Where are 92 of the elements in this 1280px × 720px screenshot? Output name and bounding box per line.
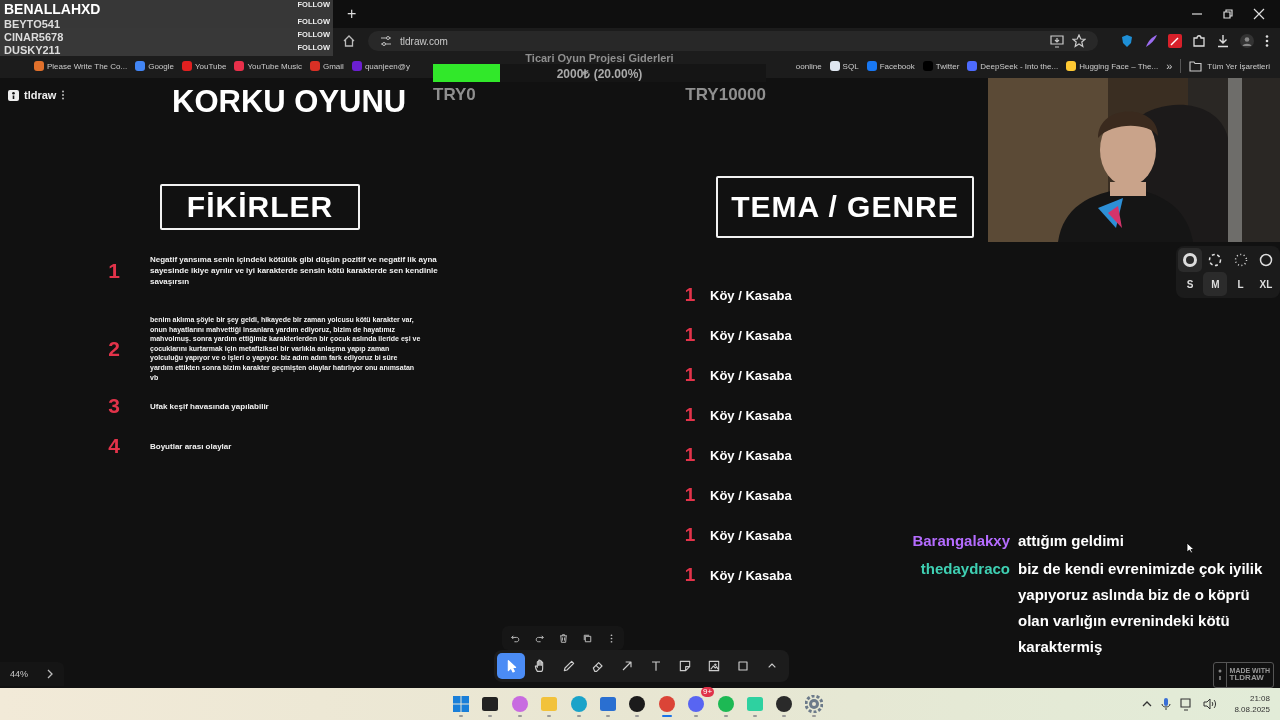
windows-icon[interactable] <box>452 695 470 713</box>
stroke-style-option[interactable] <box>1178 248 1202 272</box>
goal-max-label: TRY10000 <box>685 85 766 105</box>
follower-name: BEYTO541 <box>4 17 61 30</box>
theme-text: Köy / Kasaba <box>710 407 792 423</box>
puzzle-icon[interactable] <box>1192 34 1206 48</box>
clock-time[interactable]: 21:08 <box>1249 693 1270 704</box>
star-icon[interactable] <box>1072 34 1086 48</box>
site-settings-icon <box>380 35 392 47</box>
download-icon[interactable] <box>1216 34 1230 48</box>
idea-text: Negatif yansıma senin içindeki kötülük gibi düşün pozitif ve negatif lik ayna sayesinde ikiye ayrılır ve iyi karakterde sensin kötü karakterde sen kendinle savaşırsın <box>150 254 439 287</box>
app-name: tldraw <box>24 89 57 101</box>
goal-min-label: TRY0 <box>433 85 476 105</box>
size-option[interactable]: XL <box>1254 272 1278 296</box>
theme-text: Köy / Kasaba <box>710 447 792 463</box>
size-option[interactable]: L <box>1228 272 1253 296</box>
theme-number: 1 <box>683 284 697 306</box>
goal-title: Ticari Oyun Projesi Giderleri <box>525 52 674 64</box>
chat-username: thedaydraco <box>919 559 1010 579</box>
chat-username: Barangalakxy <box>911 531 1010 551</box>
theme-number: 1 <box>683 364 697 386</box>
bookmark[interactable]: DeepSeek - Into the... <box>967 61 1059 71</box>
follower-name: BENALLAHXD <box>4 0 101 17</box>
theme-number: 1 <box>683 404 697 426</box>
theme-text: Köy / Kasaba <box>710 567 792 583</box>
tldraw-logo-icon <box>1216 668 1223 682</box>
heading-frame: TEMA / GENRE <box>716 176 974 238</box>
bookmark[interactable]: YouTube <box>182 61 227 71</box>
theme-text: Köy / Kasaba <box>710 527 792 543</box>
image-icon <box>706 658 722 674</box>
speaker-icon[interactable] <box>1203 698 1218 710</box>
theme-text: Köy / Kasaba <box>710 287 792 303</box>
size-option[interactable]: M <box>1203 272 1228 296</box>
bookmark[interactable]: Twitter <box>922 61 960 71</box>
size-option[interactable]: S <box>1178 272 1202 296</box>
restore-icon[interactable] <box>1222 8 1234 20</box>
bookmark[interactable]: quanjeen@y <box>351 61 410 71</box>
address-bar[interactable]: tldraw.com <box>368 31 1098 51</box>
close-icon[interactable] <box>1253 8 1265 20</box>
menu-icon[interactable] <box>1264 34 1270 48</box>
new-tab-button[interactable]: + <box>347 6 357 22</box>
bookmark[interactable]: Google <box>135 61 174 71</box>
feather-icon[interactable] <box>1144 34 1158 48</box>
chevron-up-icon[interactable] <box>1142 700 1153 708</box>
bookmark[interactable]: Hugging Face – The... <box>1066 61 1159 71</box>
theme-number: 1 <box>683 324 697 346</box>
heading-frame: FİKİRLER <box>160 184 360 230</box>
home-icon[interactable] <box>342 34 356 48</box>
pencil-icon <box>561 658 577 674</box>
theme-number: 1 <box>683 484 697 506</box>
idea-text: Boyutlar arası olaylar <box>150 440 232 452</box>
clock-date[interactable]: 8.08.2025 <box>1234 704 1270 715</box>
mouse-cursor-icon <box>1186 542 1195 554</box>
follower-name: DUSKY211 <box>4 43 61 56</box>
theme-number: 1 <box>683 444 697 466</box>
idea-text: Ufak keşif havasında yapılabilir <box>150 400 269 412</box>
note-icon <box>677 658 693 674</box>
zoom-level[interactable]: 44% <box>10 669 28 679</box>
theme-text: Köy / Kasaba <box>710 487 792 503</box>
follower-name: CINAR5678 <box>4 30 64 43</box>
bookmark[interactable]: Gmail <box>310 61 344 71</box>
idea-number: 2 <box>107 336 121 361</box>
idea-number: 4 <box>107 434 121 459</box>
bookmark[interactable]: SQL <box>829 61 859 71</box>
bookmark[interactable]: YouTube Music <box>234 61 302 71</box>
bookmark[interactable]: Facebook <box>866 61 915 71</box>
goal-amount: 2000₺ (20.00%) <box>556 65 643 82</box>
chevron-right-icon[interactable] <box>46 669 54 679</box>
idea-number: 1 <box>107 258 121 283</box>
avatar-icon[interactable] <box>1240 34 1254 48</box>
bookmark[interactable]: oonline <box>795 61 822 71</box>
tldraw-logo-icon <box>8 89 19 101</box>
board-title: KORKU OYUNU <box>172 83 407 121</box>
wand-icon[interactable] <box>1168 34 1182 48</box>
rectangle-icon <box>735 658 751 674</box>
chat-message: biz de kendi evrenimizde çok iyilik yapıyoruz aslında biz de o köprü olan varlığın evrenindeki kötü karaktermiş <box>1018 559 1264 657</box>
all-bookmarks-button[interactable]: Tüm Yer İşaretleri <box>1189 60 1270 72</box>
chat-message: attığım geldimi <box>1018 531 1124 551</box>
theme-text: Köy / Kasaba <box>710 367 792 383</box>
microphone-icon[interactable] <box>1161 697 1172 711</box>
idea-number: 3 <box>107 394 121 419</box>
install-icon[interactable] <box>1050 34 1064 48</box>
shield-icon[interactable] <box>1120 34 1134 48</box>
cursor-tool[interactable] <box>497 653 525 679</box>
theme-text: Köy / Kasaba <box>710 327 792 343</box>
app-menu-icon[interactable] <box>61 90 66 100</box>
theme-number: 1 <box>683 524 697 546</box>
bookmark[interactable]: Please Write The Co... <box>34 61 128 71</box>
theme-number: 1 <box>683 564 697 586</box>
more-bookmarks-button[interactable]: » <box>1166 60 1173 72</box>
gear-icon[interactable] <box>804 695 823 713</box>
notification-badge: 9+ <box>701 687 715 697</box>
